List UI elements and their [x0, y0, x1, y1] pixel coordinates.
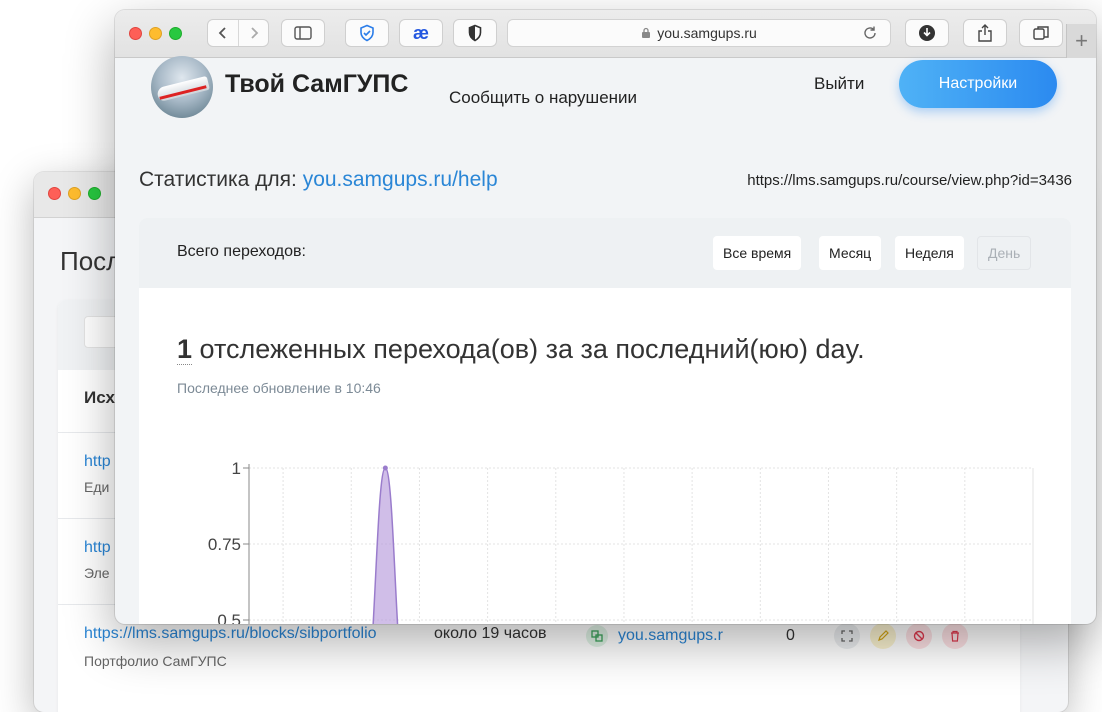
- browser-toolbar: æ you.samgups.ru +: [115, 10, 1096, 58]
- short-link-text[interactable]: you.samgups.r: [618, 627, 723, 645]
- sidebar-toggle-button[interactable]: [281, 19, 325, 47]
- half-shield-icon: [468, 24, 482, 42]
- site-name[interactable]: Твой СамГУПС: [225, 70, 408, 99]
- clicks-panel: Всего переходов: Все время Месяц Неделя …: [139, 218, 1071, 624]
- range-all-time-button[interactable]: Все время: [713, 236, 802, 270]
- row-link[interactable]: http: [84, 539, 111, 557]
- destination-url[interactable]: https://lms.samgups.ru/course/view.php?i…: [747, 172, 1072, 189]
- edit-icon[interactable]: [870, 623, 896, 649]
- y-tick-label: 0.75: [208, 535, 241, 554]
- stats-prefix: Статистика для:: [139, 168, 297, 191]
- downloads-button[interactable]: [905, 19, 949, 47]
- privacy-extension-button[interactable]: [453, 19, 497, 47]
- row-title: Еди: [84, 479, 110, 495]
- column-header-source: Исх: [84, 388, 115, 407]
- y-tick-label: 1: [232, 459, 241, 478]
- address-text: you.samgups.ru: [657, 25, 757, 41]
- ae-extension-button[interactable]: æ: [399, 19, 443, 47]
- lock-icon: [642, 27, 651, 38]
- tab-overview-button[interactable]: [1019, 19, 1063, 47]
- shield-check-icon: [360, 24, 374, 42]
- download-icon: [919, 25, 935, 41]
- row-link[interactable]: https://lms.samgups.ru/blocks/sibportfol…: [84, 625, 377, 643]
- row-link[interactable]: http: [84, 453, 111, 471]
- site-logo[interactable]: [151, 56, 213, 118]
- address-bar[interactable]: you.samgups.ru: [507, 19, 891, 47]
- copy-icon[interactable]: [586, 625, 608, 647]
- history-nav: [207, 19, 269, 47]
- click-count: 0: [786, 627, 795, 644]
- settings-button[interactable]: Настройки: [899, 60, 1057, 108]
- click-summary: 1 отслеженных перехода(ов) за за последн…: [177, 334, 865, 365]
- short-url-link[interactable]: you.samgups.ru/help: [303, 168, 498, 191]
- click-count-value: 1: [177, 334, 193, 365]
- minimize-window-button[interactable]: [68, 187, 81, 200]
- click-summary-text: отслеженных перехода(ов) за за последний…: [199, 334, 865, 364]
- zoom-window-button[interactable]: [169, 27, 182, 40]
- y-tick-label: 0.5: [217, 611, 241, 624]
- row-created-time: около 19 часов: [434, 625, 547, 642]
- ae-icon: æ: [412, 22, 429, 43]
- site-header: Твой СамГУПС Сообщить о нарушении Выйти …: [115, 56, 1096, 148]
- browser-window: æ you.samgups.ru + Твой СамГУПС Сообщить…: [115, 10, 1096, 624]
- block-icon[interactable]: [906, 623, 932, 649]
- forward-button[interactable]: [238, 20, 268, 46]
- bitwarden-extension-button[interactable]: [345, 19, 389, 47]
- row-title: Эле: [84, 565, 110, 581]
- last-updated: Последнее обновление в 10:46: [177, 380, 381, 396]
- data-point: [382, 465, 388, 471]
- clicks-chart: 1 0.75 0.5: [208, 459, 1034, 624]
- close-window-button[interactable]: [129, 27, 142, 40]
- zoom-window-button[interactable]: [88, 187, 101, 200]
- stats-heading: Статистика для: you.samgups.ru/help: [139, 168, 498, 192]
- sidebar-icon: [294, 26, 312, 40]
- minimize-window-button[interactable]: [149, 27, 162, 40]
- close-window-button[interactable]: [48, 187, 61, 200]
- logout-link[interactable]: Выйти: [814, 74, 864, 94]
- panel-header: Всего переходов: Все время Месяц Неделя …: [139, 218, 1071, 288]
- series-area: [372, 467, 399, 624]
- new-tab-button[interactable]: +: [1066, 24, 1096, 58]
- reload-icon: [864, 26, 876, 39]
- share-button[interactable]: [963, 19, 1007, 47]
- report-abuse-link[interactable]: Сообщить о нарушении: [449, 88, 637, 108]
- row-short-link: you.samgups.r: [586, 625, 723, 647]
- range-month-button[interactable]: Месяц: [819, 236, 882, 270]
- range-day-button[interactable]: День: [977, 236, 1032, 270]
- row-title: Портфолио СамГУПС: [84, 653, 227, 669]
- row-actions: [834, 623, 968, 649]
- trash-icon[interactable]: [942, 623, 968, 649]
- tabs-icon: [1033, 26, 1049, 40]
- share-icon: [978, 24, 992, 42]
- plus-icon: +: [1075, 28, 1088, 53]
- back-page-heading: Посл: [60, 246, 122, 276]
- range-week-button[interactable]: Неделя: [895, 236, 964, 270]
- panel-title: Всего переходов:: [177, 243, 306, 260]
- expand-icon[interactable]: [834, 623, 860, 649]
- back-button[interactable]: [208, 20, 238, 46]
